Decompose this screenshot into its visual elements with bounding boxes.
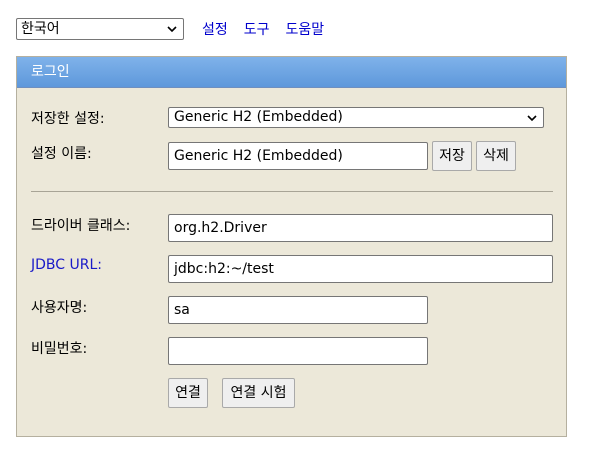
tools-link[interactable]: 도구 [244,19,270,39]
driver-class-label: 드라이버 클래스: [31,218,131,234]
jdbc-url-input[interactable]: jdbc:h2:~/test [168,255,553,283]
username-input[interactable]: sa [168,296,428,324]
setting-name-label: 설정 이름: [31,146,92,162]
language-select-value: 한국어 [21,21,60,37]
top-links: 설정 도구 도움말 [202,19,340,39]
panel-title: 로그인 [17,57,566,88]
jdbc-url-link[interactable]: JDBC URL: [31,257,102,273]
language-select[interactable]: 한국어 [16,18,184,40]
driver-class-input[interactable]: org.h2.Driver [168,214,553,242]
save-button[interactable]: 저장 [432,141,472,171]
top-bar: 한국어 설정 도구 도움말 [16,17,340,41]
divider [31,191,553,192]
password-input[interactable] [168,337,428,365]
chevron-down-icon [527,115,537,122]
help-link[interactable]: 도움말 [286,19,325,39]
setting-name-input[interactable]: Generic H2 (Embedded) [168,142,428,170]
saved-settings-label: 저장한 설정: [31,111,105,127]
password-label: 비밀번호: [31,341,88,357]
test-connection-button[interactable]: 연결 시험 [222,378,295,408]
saved-settings-value: Generic H2 (Embedded) [174,109,343,125]
delete-button[interactable]: 삭제 [476,141,516,171]
connect-button[interactable]: 연결 [168,378,208,408]
login-panel: 로그인 저장한 설정: Generic H2 (Embedded) 설정 이름:… [16,56,567,437]
saved-settings-select[interactable]: Generic H2 (Embedded) [168,107,544,128]
settings-link[interactable]: 설정 [202,19,228,39]
chevron-down-icon [167,26,177,33]
username-label: 사용자명: [31,300,88,316]
